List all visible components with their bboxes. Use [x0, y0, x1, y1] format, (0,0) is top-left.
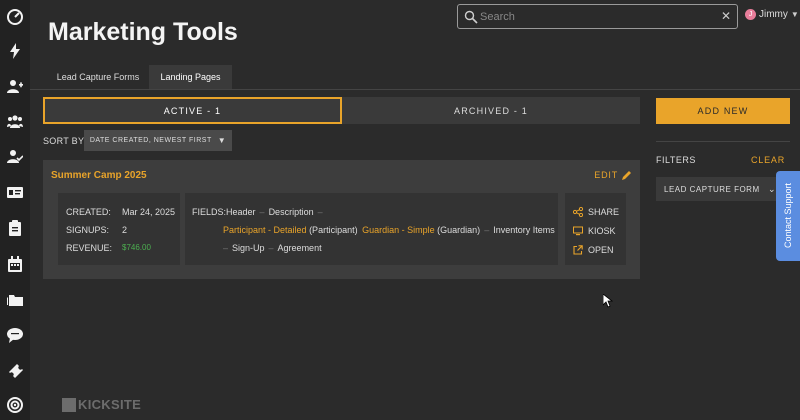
divider	[30, 89, 800, 90]
active-segment-button[interactable]: ACTIVE - 1	[43, 97, 342, 124]
page-title: Marketing Tools	[48, 18, 238, 46]
created-value: Mar 24, 2025	[122, 207, 176, 217]
open-button[interactable]: OPEN	[573, 245, 614, 255]
archived-segment-button[interactable]: ARCHIVED - 1	[342, 97, 640, 124]
search-input[interactable]	[480, 8, 710, 26]
avatar: J	[745, 9, 756, 20]
user-check-icon[interactable]	[4, 146, 26, 168]
logo-mark-icon	[62, 397, 76, 412]
chevron-down-icon: ▼	[790, 10, 799, 19]
sidebar	[0, 0, 30, 420]
edit-button[interactable]: EDIT	[594, 170, 632, 180]
clipboard-icon[interactable]	[4, 217, 26, 239]
field-signup: Sign-Up	[232, 243, 265, 253]
separator: –	[317, 207, 323, 217]
tab-landing-pages[interactable]: Landing Pages	[149, 65, 232, 89]
revenue-value: $746.00	[122, 243, 151, 252]
open-label: OPEN	[588, 245, 614, 255]
filters-label: FILTERS	[656, 155, 696, 165]
separator: –	[259, 207, 265, 217]
group-users-icon[interactable]	[4, 111, 26, 133]
user-menu[interactable]: J Jimmy ▼	[745, 9, 799, 20]
separator: –	[268, 243, 274, 253]
stat-signups: SIGNUPS: 2	[66, 225, 127, 235]
sort-label: SORT BY	[43, 136, 85, 146]
field-header: Header	[226, 207, 256, 217]
card-actions: SHARE KIOSK OPEN	[565, 193, 626, 265]
stat-revenue: REVENUE: $746.00	[66, 243, 151, 253]
target-icon[interactable]	[4, 394, 26, 416]
fields-line-2: Participant - Detailed (Participant) Gua…	[223, 225, 555, 235]
mouse-cursor-icon	[603, 294, 613, 308]
created-label: CREATED:	[66, 207, 111, 217]
search-box[interactable]: ✕	[457, 4, 738, 29]
landing-page-card: Summer Camp 2025 EDIT CREATED: Mar 24, 2…	[43, 160, 640, 279]
card-stats: CREATED: Mar 24, 2025 SIGNUPS: 2 REVENUE…	[58, 193, 180, 265]
kiosk-button[interactable]: KIOSK	[573, 226, 616, 236]
share-button[interactable]: SHARE	[573, 207, 619, 217]
filter-item-label: LEAD CAPTURE FORM	[664, 184, 760, 194]
card-title[interactable]: Summer Camp 2025	[51, 170, 147, 181]
search-icon	[464, 10, 478, 24]
filter-lead-capture-form[interactable]: LEAD CAPTURE FORM ⌄	[656, 177, 790, 201]
sort-select[interactable]: DATE CREATED, NEWEST FIRST ▼	[84, 130, 232, 151]
external-link-icon	[573, 245, 583, 255]
sort-selected-value: DATE CREATED, NEWEST FIRST	[89, 137, 212, 144]
field-participant: Participant - Detailed	[223, 225, 307, 235]
share-label: SHARE	[588, 207, 620, 217]
card-fields: FIELDS:Header – Description – Participant -…	[185, 193, 558, 265]
ticket-icon[interactable]	[4, 359, 26, 381]
chat-bubble-icon[interactable]	[4, 324, 26, 346]
tab-lead-capture-forms[interactable]: Lead Capture Forms	[48, 65, 148, 89]
field-guardian-role: (Guardian)	[437, 225, 481, 235]
separator: –	[223, 243, 229, 253]
caret-down-icon: ▼	[217, 136, 227, 145]
add-user-icon[interactable]	[4, 76, 26, 98]
revenue-label: REVENUE:	[66, 243, 113, 253]
fields-line-1: FIELDS:Header – Description –	[192, 207, 327, 217]
edit-label: EDIT	[594, 170, 618, 180]
close-icon[interactable]: ✕	[721, 9, 731, 23]
stat-created: CREATED: Mar 24, 2025	[66, 207, 175, 217]
kiosk-label: KIOSK	[588, 226, 616, 236]
pencil-icon	[622, 171, 631, 180]
logo-text: KICKSITE	[78, 397, 142, 412]
field-guardian: Guardian - Simple	[362, 225, 435, 235]
signups-value: 2	[122, 225, 128, 235]
calendar-icon[interactable]	[4, 253, 26, 275]
field-participant-role: (Participant)	[309, 225, 358, 235]
separator: –	[484, 225, 490, 235]
kicksite-logo: KICKSITE	[62, 397, 141, 412]
share-icon	[573, 207, 583, 217]
lightning-icon[interactable]	[4, 40, 26, 62]
signups-label: SIGNUPS:	[66, 225, 110, 235]
folders-icon[interactable]	[4, 288, 26, 310]
fields-line-3: – Sign-Up – Agreement	[223, 243, 322, 253]
clear-filters-button[interactable]: CLEAR	[751, 155, 785, 165]
field-description: Description	[268, 207, 314, 217]
add-new-button[interactable]: ADD NEW	[656, 98, 790, 124]
id-card-icon[interactable]	[4, 181, 26, 203]
chevron-down-icon: ⌄	[767, 183, 776, 194]
contact-support-tab[interactable]: Contact Support	[776, 171, 800, 261]
dashboard-gauge-icon[interactable]	[4, 6, 26, 28]
field-inventory: Inventory Items	[493, 225, 555, 235]
contact-support-label: Contact Support	[783, 183, 793, 249]
user-name: Jimmy	[759, 9, 788, 20]
divider	[656, 141, 790, 142]
fields-label: FIELDS:	[192, 207, 227, 217]
field-agreement: Agreement	[277, 243, 322, 253]
monitor-icon	[573, 226, 583, 236]
